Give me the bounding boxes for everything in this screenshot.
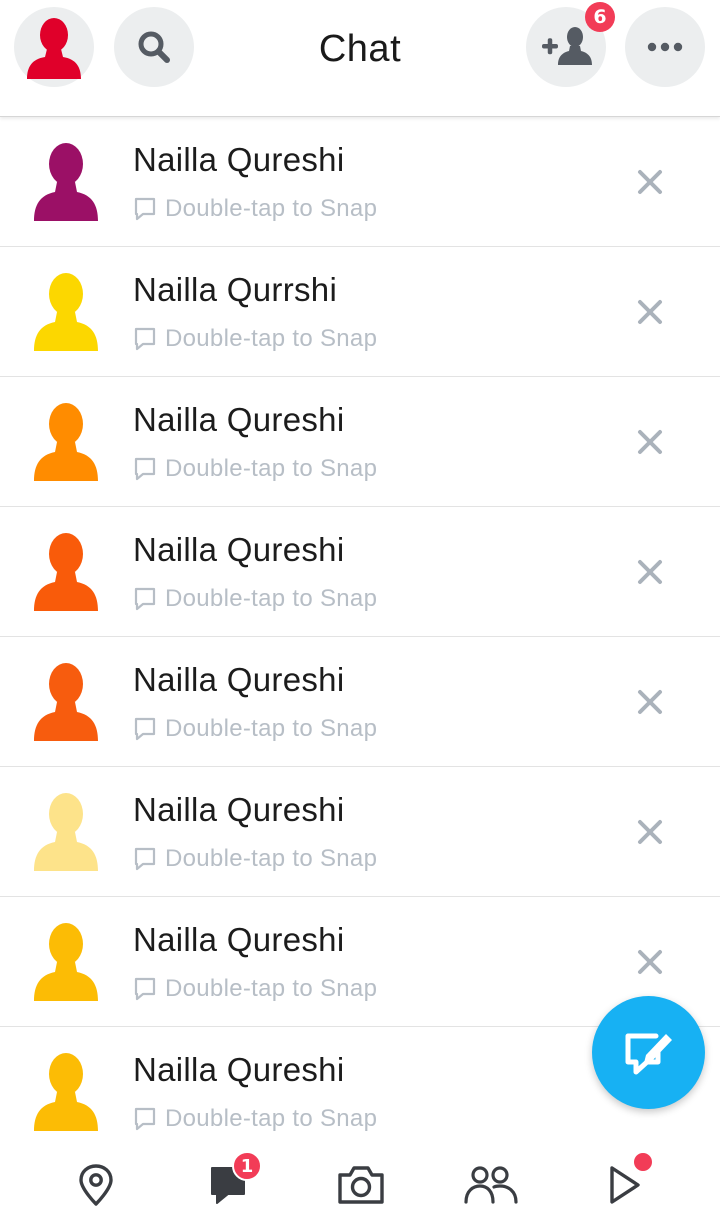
contact-name: Nailla Qureshi bbox=[133, 141, 345, 178]
dismiss-button[interactable] bbox=[630, 422, 670, 462]
contact-name: Nailla Qureshi bbox=[133, 921, 345, 958]
status-text: Double-tap to Snap bbox=[165, 845, 378, 872]
status-text: Double-tap to Snap bbox=[165, 325, 378, 352]
status-text: Double-tap to Snap bbox=[165, 1105, 378, 1132]
contact-name: Nailla Qureshi bbox=[133, 531, 345, 568]
bitmoji-avatar-icon bbox=[34, 533, 98, 611]
contact-name: Nailla Qureshi bbox=[133, 1051, 345, 1088]
bitmoji-avatar-icon bbox=[34, 403, 98, 481]
close-icon bbox=[638, 690, 662, 714]
chat-row[interactable]: Nailla Qureshi Double-tap to Snap bbox=[0, 377, 720, 507]
chat-row[interactable]: Nailla Qureshi Double-tap to Snap bbox=[0, 117, 720, 247]
friends-icon bbox=[464, 1166, 518, 1204]
chat-unread-badge: 1 bbox=[232, 1151, 262, 1181]
chat-status: Double-tap to Snap bbox=[133, 844, 377, 874]
page-title: Chat bbox=[318, 28, 402, 70]
status-text: Double-tap to Snap bbox=[165, 975, 378, 1002]
new-chat-button[interactable] bbox=[592, 996, 705, 1109]
chat-status: Double-tap to Snap bbox=[133, 1104, 377, 1134]
contact-name: Nailla Qurrshi bbox=[133, 271, 338, 308]
close-icon bbox=[638, 560, 662, 584]
close-icon bbox=[638, 950, 662, 974]
chat-bubble-icon bbox=[134, 717, 156, 741]
chat-status: Double-tap to Snap bbox=[133, 974, 377, 1004]
dismiss-button[interactable] bbox=[630, 162, 670, 202]
chat-bubble-icon bbox=[134, 197, 156, 221]
chat-bubble-icon bbox=[134, 457, 156, 481]
chat-header: Chat 6 bbox=[0, 0, 720, 117]
nav-discover-button[interactable] bbox=[594, 1151, 654, 1215]
status-text: Double-tap to Snap bbox=[165, 715, 378, 742]
contact-name: Nailla Qureshi bbox=[133, 401, 345, 438]
status-text: Double-tap to Snap bbox=[165, 455, 378, 482]
dismiss-button[interactable] bbox=[630, 552, 670, 592]
more-options-button[interactable] bbox=[625, 7, 705, 87]
bitmoji-avatar-icon bbox=[34, 143, 98, 221]
chat-bubble-icon bbox=[134, 327, 156, 351]
friend-request-badge: 6 bbox=[585, 2, 615, 32]
dismiss-button[interactable] bbox=[630, 682, 670, 722]
more-dots-icon bbox=[647, 42, 683, 52]
contact-name: Nailla Qureshi bbox=[133, 791, 345, 828]
chat-status: Double-tap to Snap bbox=[133, 584, 377, 614]
chat-row[interactable]: Nailla Qureshi Double-tap to Snap bbox=[0, 897, 720, 1027]
bitmoji-avatar-icon bbox=[34, 663, 98, 741]
chat-row[interactable]: Nailla Qurrshi Double-tap to Snap bbox=[0, 247, 720, 377]
discover-notification-dot bbox=[632, 1151, 654, 1173]
chat-bubble-icon bbox=[134, 847, 156, 871]
dismiss-button[interactable] bbox=[630, 942, 670, 982]
add-friend-icon bbox=[542, 27, 592, 65]
nav-friends-button[interactable] bbox=[461, 1155, 521, 1215]
chat-row[interactable]: Nailla Qureshi Double-tap to Snap bbox=[0, 767, 720, 897]
chat-row[interactable]: Nailla Qureshi Double-tap to Snap bbox=[0, 637, 720, 767]
close-icon bbox=[638, 820, 662, 844]
nav-map-button[interactable] bbox=[66, 1155, 126, 1215]
new-chat-icon bbox=[625, 1033, 672, 1074]
chat-bubble-icon bbox=[134, 977, 156, 1001]
status-text: Double-tap to Snap bbox=[165, 195, 378, 222]
nav-chat-button[interactable]: 1 bbox=[198, 1151, 262, 1215]
chat-bubble-icon bbox=[134, 1107, 156, 1131]
chat-status: Double-tap to Snap bbox=[133, 194, 377, 224]
bitmoji-avatar-icon bbox=[34, 923, 98, 1001]
contact-name: Nailla Qureshi bbox=[133, 661, 345, 698]
close-icon bbox=[638, 430, 662, 454]
chat-status: Double-tap to Snap bbox=[133, 714, 377, 744]
bitmoji-avatar-icon bbox=[34, 1053, 98, 1131]
chat-row[interactable]: Nailla Qureshi Double-tap to Snap bbox=[0, 507, 720, 637]
bitmoji-avatar-icon bbox=[34, 793, 98, 871]
bitmoji-avatar-icon bbox=[34, 273, 98, 351]
chat-list: Nailla Qureshi Double-tap to Snap Nailla… bbox=[0, 117, 720, 1157]
chat-status: Double-tap to Snap bbox=[133, 324, 377, 354]
chat-bubble-icon bbox=[134, 587, 156, 611]
chat-status: Double-tap to Snap bbox=[133, 454, 377, 484]
dismiss-button[interactable] bbox=[630, 292, 670, 332]
close-icon bbox=[638, 170, 662, 194]
camera-icon bbox=[338, 1166, 384, 1204]
bottom-navigation: 1 bbox=[0, 1143, 720, 1230]
status-text: Double-tap to Snap bbox=[165, 585, 378, 612]
map-pin-icon bbox=[79, 1164, 113, 1206]
close-icon bbox=[638, 300, 662, 324]
dismiss-button[interactable] bbox=[630, 812, 670, 852]
nav-camera-button[interactable] bbox=[331, 1155, 391, 1215]
